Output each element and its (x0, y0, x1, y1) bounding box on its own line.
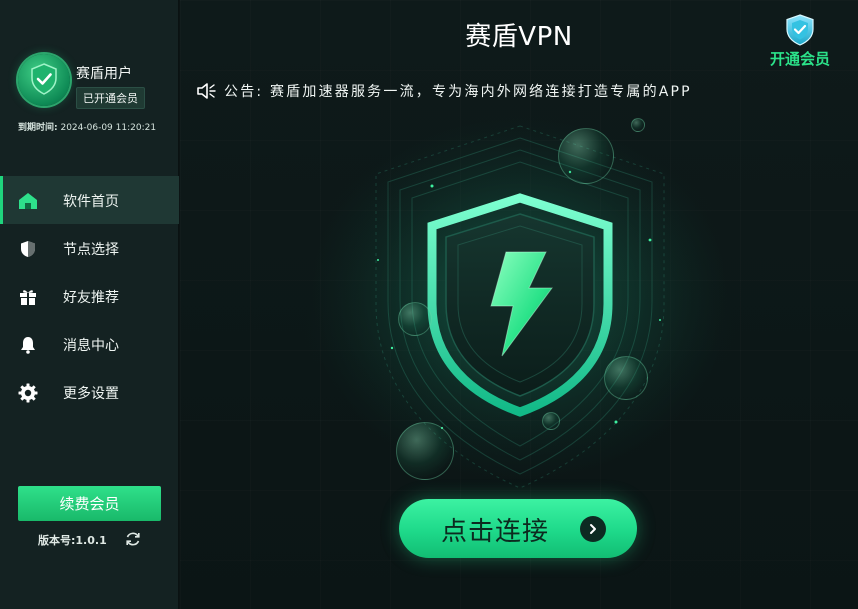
gear-icon (18, 383, 38, 403)
user-profile: 赛盾用户 已开通会员 (18, 54, 178, 114)
home-icon (18, 191, 38, 211)
decorative-bubble (398, 302, 432, 336)
avatar[interactable] (18, 54, 70, 106)
renew-membership-button[interactable]: 续费会员 (18, 486, 161, 521)
member-status-badge: 已开通会员 (76, 87, 145, 109)
gift-icon (18, 287, 38, 307)
announcement-bar: 公告: 赛盾加速器服务一流，专为海内外网络连接打造专属的APP (196, 80, 846, 102)
open-membership-button[interactable]: 开通会员 (764, 14, 836, 70)
decorative-bubble (604, 356, 648, 400)
version-label: 版本号:1.0.1 (38, 534, 107, 547)
bell-icon (18, 335, 38, 355)
sidebar: 赛盾用户 已开通会员 到期时间: 2024-06-09 11:20:21 软件首… (0, 0, 179, 609)
vip-shield-icon (786, 14, 814, 46)
nav-label-home: 软件首页 (63, 194, 119, 210)
shield-check-icon (31, 63, 57, 95)
decorative-bubble (631, 118, 645, 132)
arrow-right-icon (580, 516, 606, 542)
shield-illustration (180, 105, 858, 490)
decorative-bubble (396, 422, 454, 480)
speaker-icon (197, 83, 216, 99)
announcement-text: 公告: 赛盾加速器服务一流，专为海内外网络连接打造专属的APP (224, 84, 692, 100)
protection-shield-graphic (290, 105, 750, 489)
nav-label-referral: 好友推荐 (63, 290, 119, 306)
nav-item-home[interactable]: 软件首页 (0, 176, 179, 224)
nav-label-node-select: 节点选择 (63, 242, 119, 258)
nav-item-referral[interactable]: 好友推荐 (0, 272, 179, 320)
nav-item-settings[interactable]: 更多设置 (0, 368, 179, 416)
nav-item-node-select[interactable]: 节点选择 (0, 224, 179, 272)
connect-label: 点击连接 (441, 517, 550, 547)
app-title: 赛盾VPN (465, 22, 573, 52)
nav-label-settings: 更多设置 (63, 386, 119, 402)
open-membership-label: 开通会员 (769, 50, 830, 68)
username: 赛盾用户 (76, 66, 132, 82)
nav-label-messages: 消息中心 (63, 338, 119, 354)
expiry-label: 到期时间: (18, 123, 58, 133)
expiry-info: 到期时间: 2024-06-09 11:20:21 (18, 120, 156, 133)
shield-icon (18, 239, 38, 259)
refresh-icon[interactable] (125, 531, 141, 551)
decorative-bubble (542, 412, 560, 430)
connect-button[interactable]: 点击连接 (399, 499, 637, 558)
expiry-value: 2024-06-09 11:20:21 (60, 123, 157, 133)
decorative-bubble (558, 128, 614, 184)
main-panel: 赛盾VPN 开通会员 公告: 赛盾加速器服务一流，专为海内外网络连接打造专属的A… (180, 0, 858, 609)
nav-item-messages[interactable]: 消息中心 (0, 320, 179, 368)
sidebar-nav: 软件首页 节点选择 好友推荐 消息中心 更多设置 (0, 176, 179, 416)
